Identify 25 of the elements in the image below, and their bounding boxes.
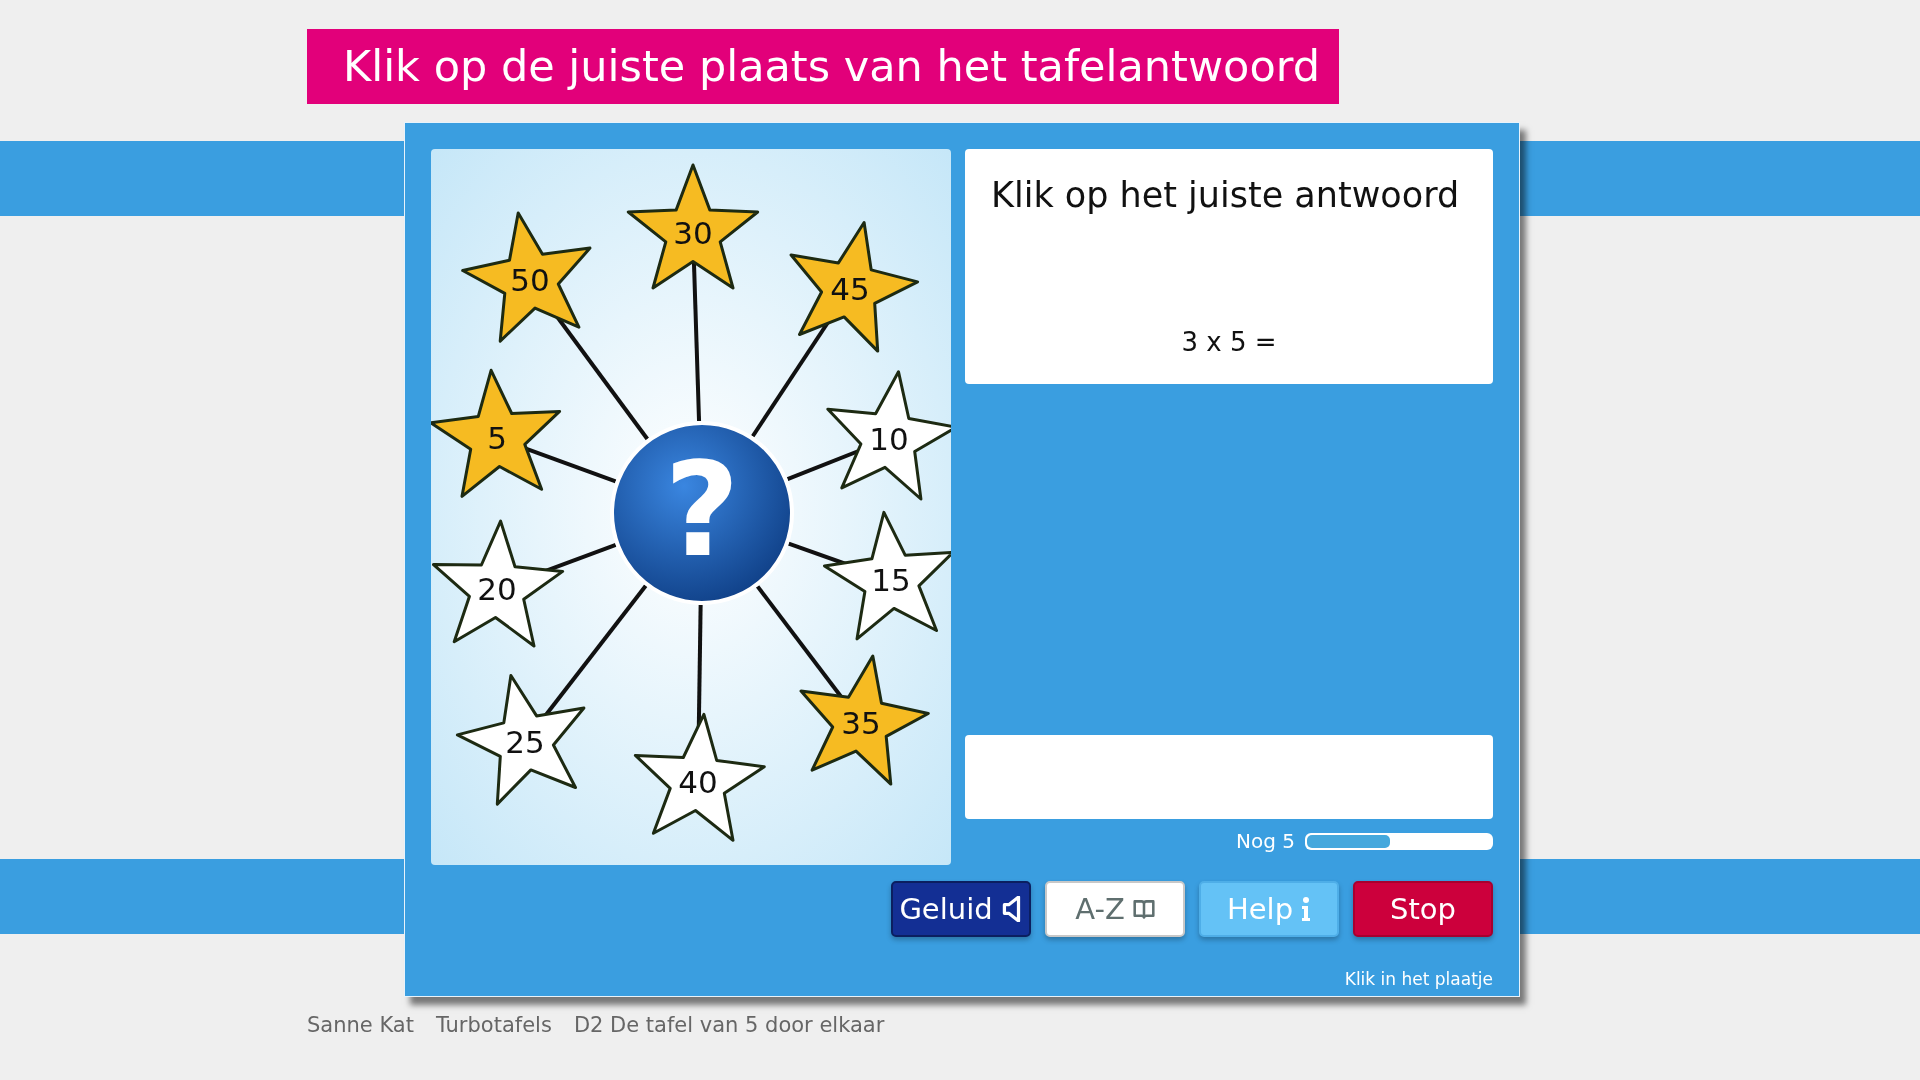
star[interactable]: 40 [633, 712, 766, 842]
page-title: Klik op de juiste plaats van het tafelantwoord [307, 29, 1339, 104]
star[interactable]: 30 [626, 163, 760, 290]
hint-text: Klik in het plaatje [1344, 969, 1493, 989]
star[interactable]: 5 [431, 368, 562, 498]
stop-button[interactable]: Stop [1353, 881, 1493, 937]
speaker-icon [1000, 896, 1023, 922]
info-icon [1301, 896, 1312, 922]
sound-button[interactable]: Geluid [891, 881, 1031, 937]
footer-text: D2 De tafel van 5 door elkaar [573, 1013, 885, 1037]
question-heading: Klik op het juiste antwoord [991, 175, 1461, 215]
question-sum: 3 x 5 = [1180, 327, 1278, 357]
star[interactable]: 25 [455, 674, 586, 806]
footer-text: Sanne Kat [307, 1013, 414, 1037]
star[interactable]: 50 [461, 211, 592, 343]
dictionary-button[interactable]: A-Z [1045, 881, 1185, 937]
star[interactable]: 45 [789, 221, 920, 353]
footer-text: Turbotafels [435, 1013, 552, 1037]
star[interactable]: 20 [432, 519, 565, 648]
star[interactable]: 35 [799, 654, 930, 786]
star[interactable]: 15 [823, 510, 951, 641]
star[interactable]: 10 [826, 370, 951, 501]
question-mark: ? [664, 434, 740, 586]
star-wheel-drawing[interactable]: ? 30 50 45 5 10 20 15 25 40 35 [431, 149, 951, 865]
remaining-count: Nog 5 [1236, 829, 1295, 853]
